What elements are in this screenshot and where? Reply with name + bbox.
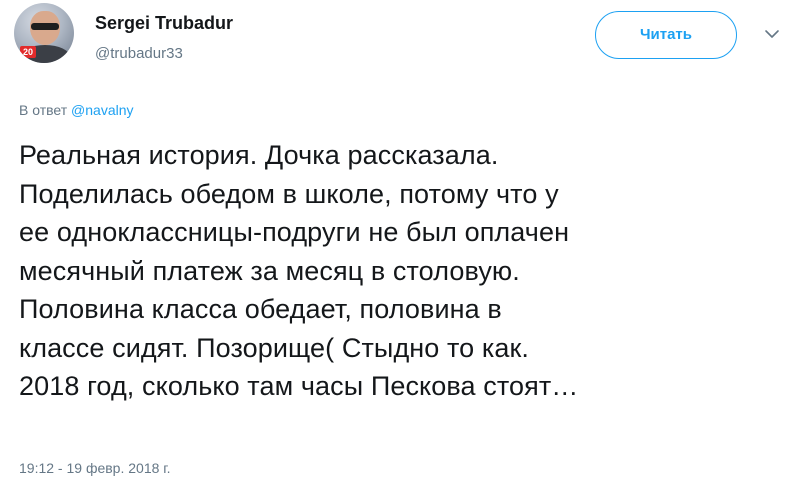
tweet-text: Реальная история. Дочка рассказала. Поде…: [19, 140, 579, 401]
avatar-sunglasses: [31, 23, 59, 30]
tweet-timestamp[interactable]: 19:12 - 19 февр. 2018 г.: [19, 460, 171, 476]
avatar[interactable]: 20: [14, 3, 74, 63]
avatar-badge: 20: [20, 46, 36, 58]
reply-prefix: В ответ: [19, 102, 68, 118]
chevron-down-icon[interactable]: [763, 25, 781, 43]
follow-button[interactable]: Читать: [595, 11, 737, 59]
tweet-card: 20 Sergei Trubadur @trubadur33 Читать В …: [0, 0, 799, 502]
reply-mention-link[interactable]: @navalny: [71, 102, 133, 118]
user-name[interactable]: Sergei Trubadur: [95, 13, 233, 34]
reply-context: В ответ @navalny: [19, 102, 134, 118]
user-handle[interactable]: @trubadur33: [95, 45, 183, 62]
